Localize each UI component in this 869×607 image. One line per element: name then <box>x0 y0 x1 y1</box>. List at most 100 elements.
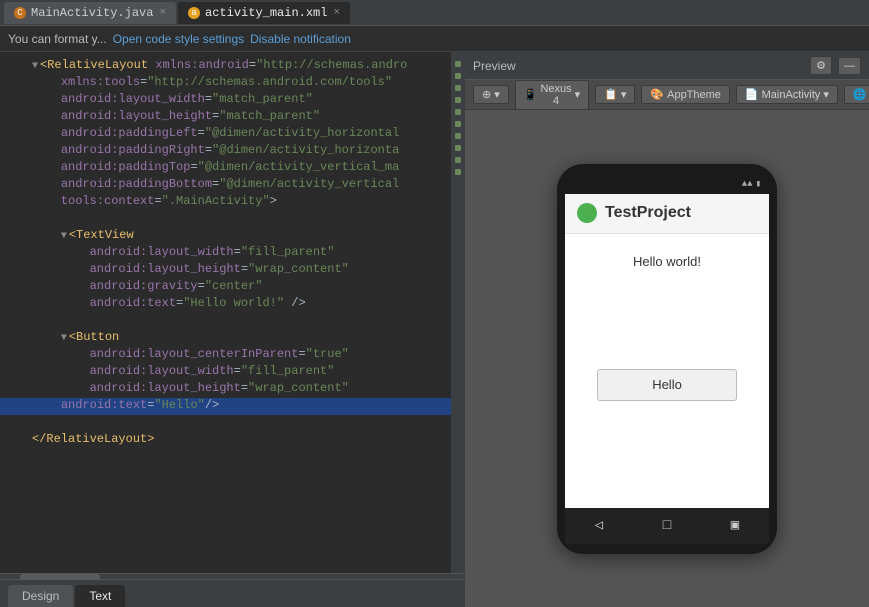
recents-nav-btn[interactable]: ▣ <box>731 517 739 534</box>
line-content-17: ▼<Button <box>32 330 461 344</box>
code-line-5: android:paddingLeft="@dimen/activity_hor… <box>0 126 465 143</box>
notification-bar: You can format y... Open code style sett… <box>0 26 869 52</box>
line-content-6: android:paddingRight="@dimen/activity_ho… <box>32 143 461 157</box>
notification-text: You can format y... <box>8 32 107 46</box>
code-line-9: tools:context=".MainActivity"> <box>0 194 465 211</box>
device-label: Nexus 4 <box>540 83 571 107</box>
main-content: ▼<RelativeLayout xmlns:android="http://s… <box>0 52 869 607</box>
tab-main-activity-close[interactable]: × <box>159 7 166 19</box>
device-select-btn[interactable]: 📱 Nexus 4 ▾ <box>515 80 589 110</box>
title-bar: C MainActivity.java × a activity_main.xm… <box>0 0 869 26</box>
code-line-4: android:layout_height="match_parent" <box>0 109 465 126</box>
phone-status-bar: ▲▲ ▮ <box>565 174 769 194</box>
back-nav-btn[interactable]: ◁ <box>595 517 603 534</box>
device-icon: 📱 <box>524 88 538 101</box>
code-line-12: android:layout_width="fill_parent" <box>0 245 465 262</box>
open-code-style-link[interactable]: Open code style settings <box>113 32 244 46</box>
line-content-13: android:layout_height="wrap_content" <box>32 262 461 276</box>
line-content-23: </RelativeLayout> <box>32 432 461 446</box>
line-content-11: ▼<TextView <box>32 228 461 242</box>
scrollbar-thumb-h <box>20 574 100 580</box>
app-content: Hello world! Hello <box>565 234 769 508</box>
code-line-10 <box>0 211 465 228</box>
preview-settings-btn[interactable]: ⚙ <box>810 56 832 75</box>
line-content-21: android:text="Hello"/> <box>32 398 461 412</box>
api-icon: 📋 <box>604 88 618 101</box>
hello-world-label: Hello world! <box>633 254 701 269</box>
activity-label: MainActivity <box>762 89 821 101</box>
line-content-3: android:layout_width="match_parent" <box>32 92 461 106</box>
line-content-5: android:paddingLeft="@dimen/activity_hor… <box>32 126 461 140</box>
line-content-9: tools:context=".MainActivity"> <box>32 194 461 208</box>
gutter-mark-10 <box>455 169 461 175</box>
code-line-17: ▼<Button <box>0 330 465 347</box>
gutter-mark-5 <box>455 109 461 115</box>
app-title: TestProject <box>605 204 691 222</box>
line-content-8: android:paddingBottom="@dimen/activity_v… <box>32 177 461 191</box>
gutter-mark-3 <box>455 85 461 91</box>
code-line-15: android:text="Hello world!" /> <box>0 296 465 313</box>
code-area[interactable]: ▼<RelativeLayout xmlns:android="http://s… <box>0 52 465 573</box>
gutter-mark-1 <box>455 61 461 67</box>
right-gutter <box>451 52 465 573</box>
gutter-mark-2 <box>455 73 461 79</box>
tab-main-activity[interactable]: C MainActivity.java × <box>4 2 176 24</box>
language-icon: 🌐 <box>853 88 867 101</box>
add-preview-btn[interactable]: ⊕ ▾ <box>473 85 509 104</box>
preview-panel: Preview ⚙ — ⊕ ▾ 📱 Nexus 4 ▾ 📋 ▾ 🎨 AppThe… <box>465 52 869 607</box>
code-line-19: android:layout_width="fill_parent" <box>0 364 465 381</box>
line-content-2: xmlns:tools="http://schemas.android.com/… <box>32 75 461 89</box>
code-line-2: xmlns:tools="http://schemas.android.com/… <box>0 75 465 92</box>
tab-design[interactable]: Design <box>8 585 73 607</box>
tab-main-activity-label: MainActivity.java <box>31 6 153 20</box>
preview-label: Preview <box>473 59 516 73</box>
theme-select-btn[interactable]: 🎨 AppTheme <box>641 85 730 104</box>
api-select-btn[interactable]: 📋 ▾ <box>595 85 635 104</box>
gutter-mark-4 <box>455 97 461 103</box>
line-content-15: android:text="Hello world!" /> <box>32 296 461 310</box>
status-icons: ▲▲ ▮ <box>742 179 761 189</box>
gutter-mark-7 <box>455 133 461 139</box>
add-icon: ⊕ <box>482 88 491 101</box>
activity-icon: 📄 <box>745 88 759 101</box>
code-line-14: android:gravity="center" <box>0 279 465 296</box>
line-content-4: android:layout_height="match_parent" <box>32 109 461 123</box>
wifi-icon: ▲▲ <box>742 179 753 189</box>
code-line-22 <box>0 415 465 432</box>
app-icon <box>577 203 597 223</box>
code-line-21: android:text="Hello"/> <box>0 398 465 415</box>
java-icon: C <box>14 7 26 19</box>
line-content-18: android:layout_centerInParent="true" <box>32 347 461 361</box>
api-chevron: ▾ <box>621 88 627 101</box>
horizontal-scrollbar[interactable] <box>0 573 465 579</box>
code-line-8: android:paddingBottom="@dimen/activity_v… <box>0 177 465 194</box>
hello-button[interactable]: Hello <box>597 369 737 401</box>
code-panel: ▼<RelativeLayout xmlns:android="http://s… <box>0 52 465 607</box>
code-line-13: android:layout_height="wrap_content" <box>0 262 465 279</box>
code-line-6: android:paddingRight="@dimen/activity_ho… <box>0 143 465 160</box>
code-line-23: </RelativeLayout> <box>0 432 465 449</box>
code-line-16 <box>0 313 465 330</box>
preview-expand-btn[interactable]: — <box>838 57 861 75</box>
code-line-3: android:layout_width="match_parent" <box>0 92 465 109</box>
device-chevron: ▾ <box>575 88 581 101</box>
line-content-7: android:paddingTop="@dimen/activity_vert… <box>32 160 461 174</box>
preview-content: ▲▲ ▮ TestProject Hello world! H <box>465 110 869 607</box>
activity-select-btn[interactable]: 📄 MainActivity ▾ <box>736 85 838 104</box>
activity-chevron: ▾ <box>823 88 829 101</box>
disable-notification-link[interactable]: Disable notification <box>250 32 351 46</box>
tab-text[interactable]: Text <box>75 585 125 607</box>
gutter-mark-6 <box>455 121 461 127</box>
tab-activity-xml[interactable]: a activity_main.xml × <box>178 2 350 24</box>
line-content-20: android:layout_height="wrap_content" <box>32 381 461 395</box>
tab-activity-xml-label: activity_main.xml <box>205 6 327 20</box>
language-btn[interactable]: 🌐 ▾ <box>844 85 869 104</box>
preview-controls: ⊕ ▾ 📱 Nexus 4 ▾ 📋 ▾ 🎨 AppTheme 📄 MainAct… <box>465 80 869 110</box>
preview-toolbar: Preview ⚙ — <box>465 52 869 80</box>
tab-activity-xml-close[interactable]: × <box>333 7 340 19</box>
code-line-20: android:layout_height="wrap_content" <box>0 381 465 398</box>
line-content-12: android:layout_width="fill_parent" <box>32 245 461 259</box>
line-content-19: android:layout_width="fill_parent" <box>32 364 461 378</box>
home-nav-btn[interactable]: □ <box>663 518 671 534</box>
battery-icon: ▮ <box>756 179 761 189</box>
